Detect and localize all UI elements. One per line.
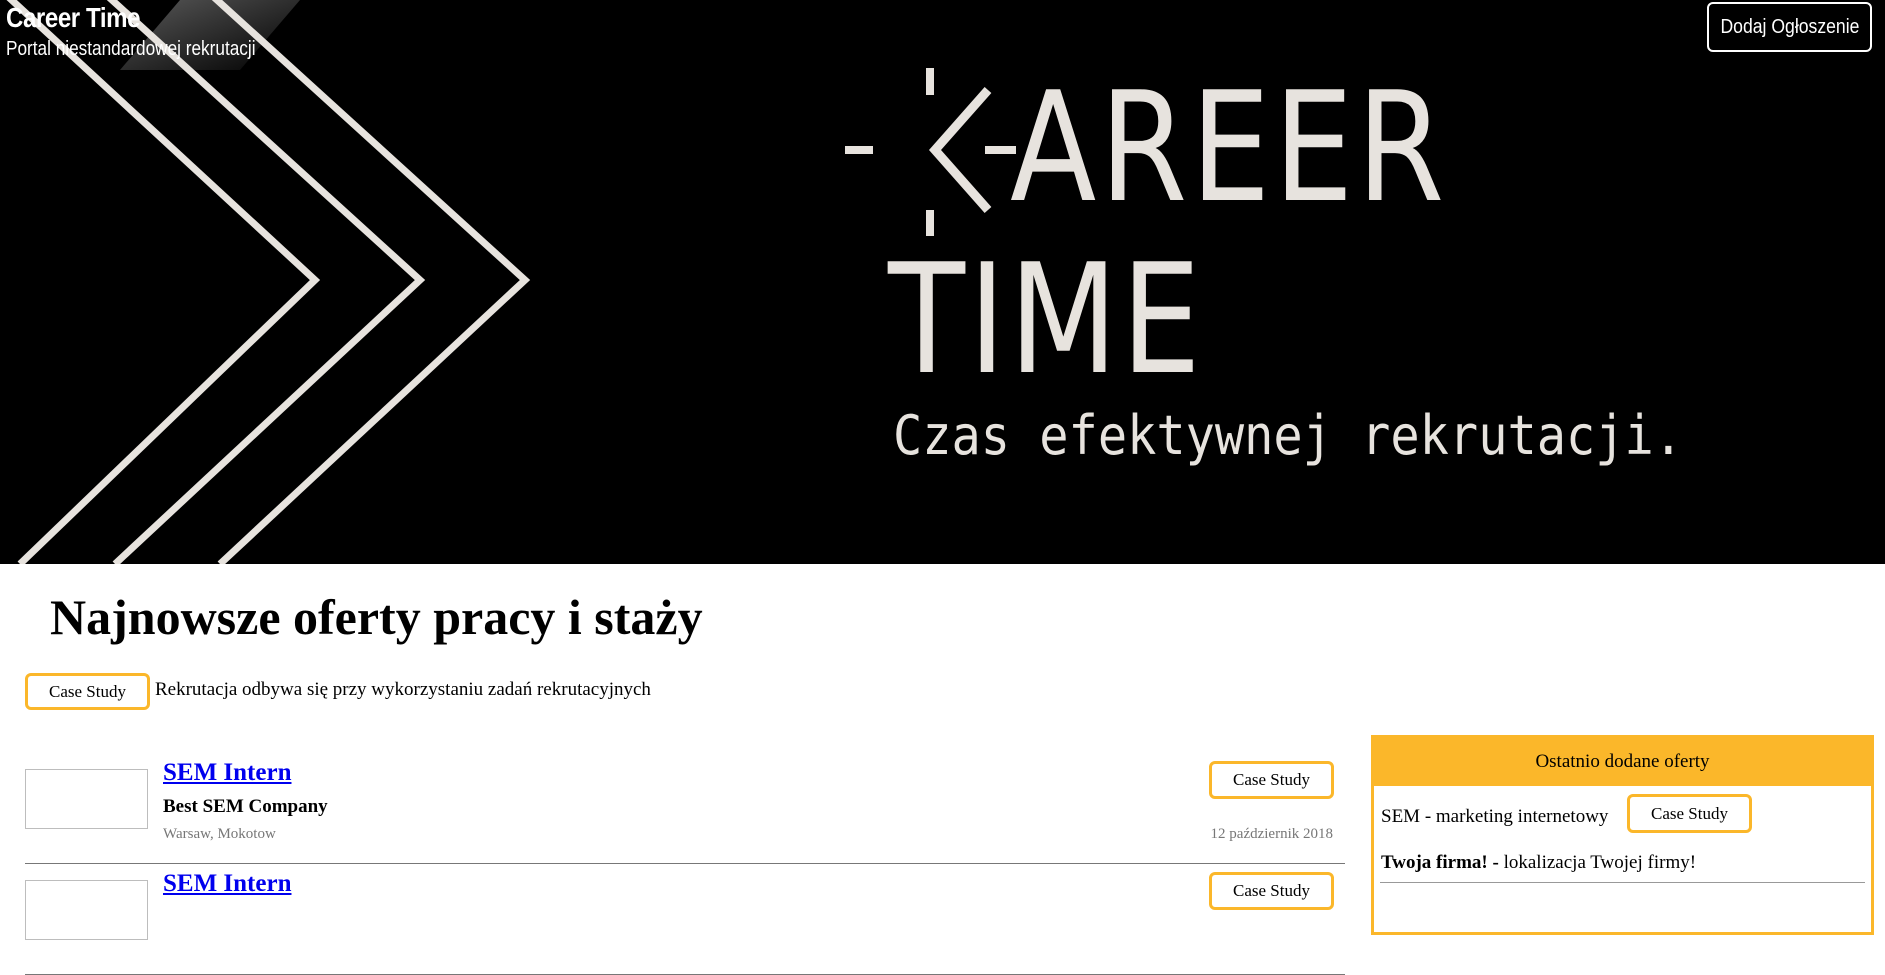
- recent-offers-title: Ostatnio dodane oferty: [1373, 737, 1872, 786]
- company-logo[interactable]: [25, 880, 148, 940]
- company-name: Twoja firma! -: [1381, 852, 1499, 873]
- logo-career-text: AREER: [1010, 59, 1448, 236]
- site-subtitle: Portal niestandardowej rekrutacji: [6, 38, 256, 60]
- case-study-badge: Case Study: [1209, 761, 1334, 799]
- case-study-badge: Case Study: [1209, 872, 1334, 910]
- offer-company: Best SEM Company: [163, 796, 328, 817]
- add-listing-button-label: Dodaj Ogłoszenie: [1720, 15, 1859, 38]
- logo-tagline: Czas efektywnej rekrutacji.: [893, 404, 1684, 467]
- add-listing-button[interactable]: Dodaj Ogłoszenie: [1707, 2, 1872, 52]
- offer-row[interactable]: SEM Intern Best SEM Company Warsaw, Moko…: [25, 753, 1345, 864]
- site-title[interactable]: Career Time: [6, 2, 140, 34]
- logo-time-text: TIME: [888, 231, 1205, 408]
- offer-date: 12 październik 2018: [1210, 826, 1333, 842]
- case-study-legend-badge: Case Study: [25, 673, 150, 710]
- offer-title-link[interactable]: SEM Intern: [163, 870, 291, 898]
- recent-offers-panel: Ostatnio dodane oferty SEM - marketing i…: [1371, 735, 1874, 935]
- offer-location: Warsaw, Mokotow: [163, 826, 276, 842]
- recent-offer-item[interactable]: SEM - marketing internetowy Case Study: [1374, 786, 1871, 842]
- hero-banner: Career Time Portal niestandardowej rekru…: [0, 0, 1885, 564]
- recent-offer-company-row: Twoja firma! - lokalizacja Twojej firmy!: [1380, 842, 1865, 883]
- company-location: lokalizacja Twojej firmy!: [1498, 852, 1697, 873]
- page-title: Najnowsze oferty pracy i staży: [50, 589, 703, 645]
- offer-list: SEM Intern Best SEM Company Warsaw, Moko…: [25, 753, 1345, 975]
- offer-title-link[interactable]: SEM Intern: [163, 759, 291, 787]
- offer-row[interactable]: SEM Intern Case Study: [25, 864, 1345, 975]
- case-study-legend-text: Rekrutacja odbywa się przy wykorzystaniu…: [155, 679, 651, 700]
- company-logo[interactable]: [25, 769, 148, 829]
- recent-offer-title[interactable]: SEM - marketing internetowy: [1381, 806, 1608, 828]
- case-study-badge: Case Study: [1627, 794, 1752, 833]
- recent-offer-company: Twoja firma! - lokalizacja Twojej firmy!: [1381, 852, 1696, 874]
